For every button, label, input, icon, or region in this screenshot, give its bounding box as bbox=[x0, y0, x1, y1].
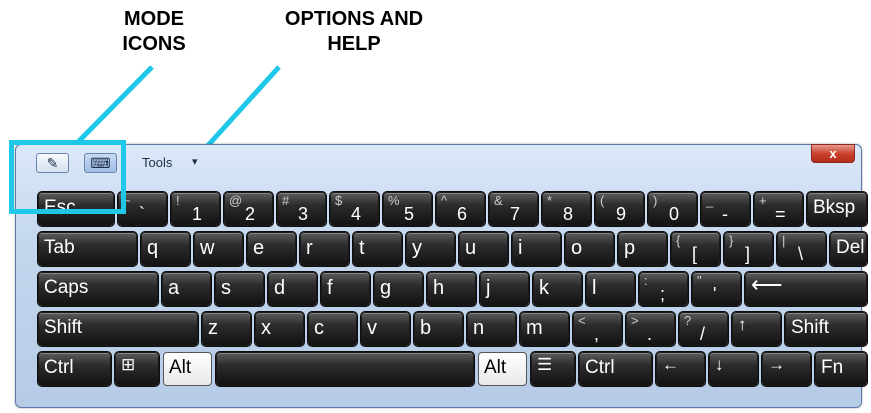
key-8[interactable]: * 8 bbox=[542, 192, 591, 226]
key-5[interactable]: % 5 bbox=[383, 192, 432, 226]
key-fn[interactable]: Fn bbox=[815, 352, 867, 386]
key-k[interactable]: k bbox=[533, 272, 582, 306]
key-a[interactable]: a bbox=[162, 272, 211, 306]
callout-line: MODE bbox=[124, 8, 184, 30]
key-g[interactable]: g bbox=[374, 272, 423, 306]
key-7[interactable]: & 7 bbox=[489, 192, 538, 226]
key-4[interactable]: $4 bbox=[330, 192, 379, 226]
key-minus[interactable]: _ - bbox=[701, 192, 750, 226]
key-comma[interactable]: <, bbox=[573, 312, 622, 346]
key-u[interactable]: u bbox=[459, 232, 508, 266]
key-1[interactable]: ! 1 bbox=[171, 192, 220, 226]
key-space[interactable] bbox=[216, 352, 474, 386]
key-9[interactable]: (9 bbox=[595, 192, 644, 226]
key-up-arrow[interactable]: ↑ bbox=[732, 312, 781, 346]
key-tab[interactable]: Tab bbox=[38, 232, 137, 266]
arrow-right-icon: → bbox=[768, 355, 785, 374]
key-alt-left[interactable]: Alt bbox=[163, 352, 212, 386]
key-n[interactable]: n bbox=[467, 312, 516, 346]
callout-line: ICONS bbox=[122, 33, 186, 55]
key-backspace[interactable]: Bksp bbox=[807, 192, 867, 226]
key-menu[interactable]: ☰ bbox=[531, 352, 575, 386]
key-o[interactable]: o bbox=[565, 232, 614, 266]
key-slash[interactable]: ? / bbox=[679, 312, 728, 346]
chevron-down-icon[interactable]: ▾ bbox=[192, 155, 198, 168]
key-ctrl-right[interactable]: Ctrl bbox=[579, 352, 652, 386]
key-t[interactable]: t bbox=[353, 232, 402, 266]
key-m[interactable]: m bbox=[520, 312, 569, 346]
key-v[interactable]: v bbox=[361, 312, 410, 346]
key-j[interactable]: j bbox=[480, 272, 529, 306]
mode-icons-callout: MODE ICONS bbox=[108, 7, 200, 57]
enter-icon: ⟵ bbox=[751, 272, 783, 297]
options-help-callout: OPTIONS AND HELP bbox=[256, 7, 452, 57]
key-right-bracket[interactable]: }] bbox=[724, 232, 773, 266]
key-e[interactable]: e bbox=[247, 232, 296, 266]
key-semicolon[interactable]: :; bbox=[639, 272, 688, 306]
arrow-left-icon: ← bbox=[662, 355, 679, 374]
key-y[interactable]: y bbox=[406, 232, 455, 266]
keyboard: Esc ~ ` ! 1 @2 #3 $4 % 5 ^ 6 & 7 * 8 (9 ) 0 _ - … bbox=[34, 180, 871, 405]
mode-icons-highlight bbox=[9, 140, 126, 214]
callout-line: OPTIONS AND bbox=[284, 8, 424, 30]
key-w[interactable]: w bbox=[194, 232, 243, 266]
key-shift-left[interactable]: Shift bbox=[38, 312, 198, 346]
key-equals[interactable]: + = bbox=[754, 192, 803, 226]
key-x[interactable]: x bbox=[255, 312, 304, 346]
key-caps-lock[interactable]: Caps bbox=[38, 272, 158, 306]
key-enter[interactable]: ⟵ bbox=[745, 272, 867, 306]
key-delete[interactable]: Del bbox=[830, 232, 867, 266]
key-alt-right[interactable]: Alt bbox=[478, 352, 527, 386]
key-0[interactable]: ) 0 bbox=[648, 192, 697, 226]
key-r[interactable]: r bbox=[300, 232, 349, 266]
tools-menu[interactable]: Tools bbox=[142, 155, 172, 170]
windows-logo-icon: ⊞ bbox=[121, 355, 136, 374]
key-ctrl-left[interactable]: Ctrl bbox=[38, 352, 111, 386]
key-f[interactable]: f bbox=[321, 272, 370, 306]
key-s[interactable]: s bbox=[215, 272, 264, 306]
mode-icons-pointer bbox=[76, 65, 154, 144]
key-period[interactable]: >. bbox=[626, 312, 675, 346]
arrow-down-icon: ↓ bbox=[715, 355, 724, 374]
key-i[interactable]: i bbox=[512, 232, 561, 266]
key-l[interactable]: l bbox=[586, 272, 635, 306]
callout-line: HELP bbox=[327, 33, 381, 55]
key-b[interactable]: b bbox=[414, 312, 463, 346]
key-h[interactable]: h bbox=[427, 272, 476, 306]
key-z[interactable]: z bbox=[202, 312, 251, 346]
key-p[interactable]: p bbox=[618, 232, 667, 266]
close-button[interactable]: x bbox=[811, 144, 855, 163]
key-d[interactable]: d bbox=[268, 272, 317, 306]
key-quote[interactable]: " ' bbox=[692, 272, 741, 306]
key-backslash[interactable]: | \ bbox=[777, 232, 826, 266]
close-icon: x bbox=[829, 146, 837, 161]
key-left-arrow[interactable]: ← bbox=[656, 352, 705, 386]
key-2[interactable]: @2 bbox=[224, 192, 273, 226]
title-bar: ✎ ⌨ Tools ▾ x bbox=[16, 144, 861, 179]
key-down-arrow[interactable]: ↓ bbox=[709, 352, 758, 386]
key-shift-right[interactable]: Shift bbox=[785, 312, 867, 346]
key-3[interactable]: #3 bbox=[277, 192, 326, 226]
key-left-bracket[interactable]: {[ bbox=[671, 232, 720, 266]
menu-icon: ☰ bbox=[537, 355, 553, 374]
key-q[interactable]: q bbox=[141, 232, 190, 266]
key-6[interactable]: ^ 6 bbox=[436, 192, 485, 226]
key-right-arrow[interactable]: → bbox=[762, 352, 811, 386]
key-c[interactable]: c bbox=[308, 312, 357, 346]
arrow-up-icon: ↑ bbox=[738, 315, 747, 334]
key-windows[interactable]: ⊞ bbox=[115, 352, 159, 386]
onscreen-keyboard-window: ✎ ⌨ Tools ▾ x Esc ~ ` ! 1 @2 #3 $4 % 5 ^ 6 &… bbox=[15, 144, 867, 408]
